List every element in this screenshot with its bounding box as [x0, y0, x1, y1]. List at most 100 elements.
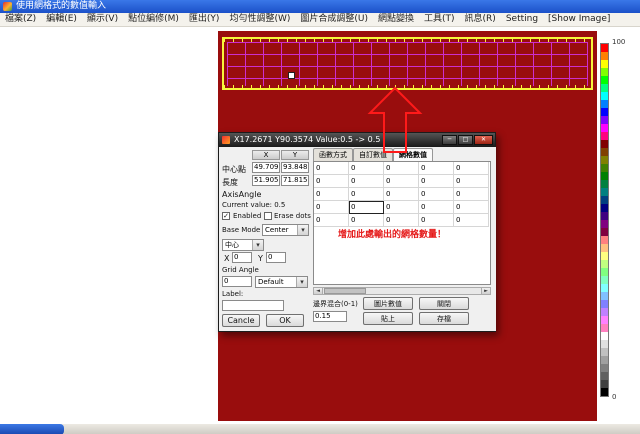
- magenta-grid[interactable]: [227, 42, 588, 86]
- palette-color[interactable]: [601, 52, 608, 60]
- close-dialog-button[interactable]: 關閉: [419, 297, 469, 310]
- palette-color[interactable]: [601, 324, 608, 332]
- menu-item[interactable]: 匯出(Y): [184, 13, 225, 26]
- palette-color[interactable]: [601, 260, 608, 268]
- palette-color[interactable]: [601, 340, 608, 348]
- palette-color[interactable]: [601, 348, 608, 356]
- start-button[interactable]: [0, 424, 64, 434]
- grid-cell[interactable]: 0: [454, 214, 489, 227]
- menu-item[interactable]: 編輯(E): [41, 13, 82, 26]
- grid-cell[interactable]: 0: [314, 214, 349, 227]
- label-field[interactable]: [222, 300, 284, 311]
- grid-cell[interactable]: 0: [419, 201, 454, 214]
- grid-horizontal-scrollbar[interactable]: ◄ ►: [313, 287, 491, 295]
- palette-color[interactable]: [601, 196, 608, 204]
- palette-color[interactable]: [601, 356, 608, 364]
- palette-color[interactable]: [601, 116, 608, 124]
- grid-cell[interactable]: 0: [419, 188, 454, 201]
- grid-cell[interactable]: 0: [314, 162, 349, 175]
- grid-angle-field[interactable]: 0: [222, 276, 252, 287]
- anchor-combo[interactable]: 中心: [222, 239, 264, 251]
- enabled-checkbox[interactable]: ✓: [222, 212, 230, 220]
- grid-cell[interactable]: 0: [454, 188, 489, 201]
- palette-color[interactable]: [601, 308, 608, 316]
- palette-color[interactable]: [601, 268, 608, 276]
- maximize-button[interactable]: □: [458, 135, 473, 145]
- palette-color[interactable]: [601, 332, 608, 340]
- grid-cell[interactable]: 0: [314, 175, 349, 188]
- palette-color[interactable]: [601, 188, 608, 196]
- save-button[interactable]: 存檔: [419, 312, 469, 325]
- palette-color[interactable]: [601, 108, 608, 116]
- scrollbar-thumb[interactable]: [324, 288, 366, 294]
- palette-color[interactable]: [601, 148, 608, 156]
- palette-color[interactable]: [601, 244, 608, 252]
- palette-color[interactable]: [601, 252, 608, 260]
- palette-color[interactable]: [601, 172, 608, 180]
- palette-color[interactable]: [601, 76, 608, 84]
- grid-cell[interactable]: 0: [419, 162, 454, 175]
- grid-cell[interactable]: 0: [419, 175, 454, 188]
- grid-cell[interactable]: 0: [314, 188, 349, 201]
- palette-color[interactable]: [601, 164, 608, 172]
- menu-item[interactable]: [Show Image]: [543, 13, 615, 26]
- menu-item[interactable]: 均勻性調整(W): [224, 13, 295, 26]
- menu-item[interactable]: 網點變換: [373, 13, 419, 26]
- palette-color[interactable]: [601, 236, 608, 244]
- grid-cell[interactable]: 0: [349, 175, 384, 188]
- grid-cell[interactable]: 0: [349, 214, 384, 227]
- palette-color[interactable]: [601, 140, 608, 148]
- palette-color[interactable]: [601, 60, 608, 68]
- cancel-button[interactable]: Cancle: [222, 314, 260, 327]
- grid-cell[interactable]: 0: [454, 201, 489, 214]
- palette-color[interactable]: [601, 364, 608, 372]
- x-offset-field[interactable]: 0: [232, 252, 252, 263]
- y-offset-field[interactable]: 0: [266, 252, 286, 263]
- grid-cell[interactable]: 0: [419, 214, 454, 227]
- tab-2[interactable]: 自訂數值: [353, 148, 393, 161]
- palette-color[interactable]: [601, 276, 608, 284]
- paste-button[interactable]: 貼上: [363, 312, 413, 325]
- menu-item[interactable]: 檔案(Z): [0, 13, 41, 26]
- palette-color[interactable]: [601, 316, 608, 324]
- menu-item[interactable]: Setting: [501, 13, 543, 26]
- menu-item[interactable]: 圖片合成調整(U): [295, 13, 373, 26]
- grid-cell[interactable]: 0: [314, 201, 349, 214]
- grid-cell[interactable]: 0: [349, 201, 384, 214]
- palette-color[interactable]: [601, 92, 608, 100]
- menu-item[interactable]: 點位編修(M): [123, 13, 184, 26]
- grid-cell[interactable]: 0: [384, 214, 419, 227]
- palette-color[interactable]: [601, 380, 608, 388]
- grid-angle-mode-combo[interactable]: Default: [255, 276, 308, 288]
- grid-cell[interactable]: 0: [384, 175, 419, 188]
- palette-color[interactable]: [601, 388, 608, 396]
- palette-color[interactable]: [601, 292, 608, 300]
- taskbar[interactable]: [0, 423, 640, 434]
- palette-color[interactable]: [601, 204, 608, 212]
- minimize-button[interactable]: ─: [442, 135, 457, 145]
- palette-color[interactable]: [601, 300, 608, 308]
- close-button[interactable]: ✕: [474, 135, 493, 145]
- menu-item[interactable]: 顯示(V): [82, 13, 123, 26]
- ok-button[interactable]: OK: [266, 314, 304, 327]
- grid-cell[interactable]: 0: [454, 175, 489, 188]
- tab-3[interactable]: 網格數值: [393, 148, 433, 161]
- palette-color[interactable]: [601, 44, 608, 52]
- palette-color[interactable]: [601, 68, 608, 76]
- palette-color[interactable]: [601, 156, 608, 164]
- palette-color[interactable]: [601, 284, 608, 292]
- selected-cell-marker[interactable]: [288, 72, 295, 79]
- palette-color[interactable]: [601, 84, 608, 92]
- grid-cell[interactable]: 0: [384, 162, 419, 175]
- length-y-field[interactable]: 71.815: [281, 175, 309, 186]
- menu-item[interactable]: 訊息(R): [460, 13, 501, 26]
- palette-color[interactable]: [601, 220, 608, 228]
- base-mode-combo[interactable]: Center: [262, 224, 309, 236]
- palette-color[interactable]: [601, 212, 608, 220]
- image-values-button[interactable]: 圖片數值: [363, 297, 413, 310]
- grid-cell[interactable]: 0: [349, 188, 384, 201]
- grid-cell[interactable]: 0: [454, 162, 489, 175]
- center-x-field[interactable]: 49.7091: [252, 162, 280, 173]
- palette-color[interactable]: [601, 132, 608, 140]
- center-y-field[interactable]: 93.8482: [281, 162, 309, 173]
